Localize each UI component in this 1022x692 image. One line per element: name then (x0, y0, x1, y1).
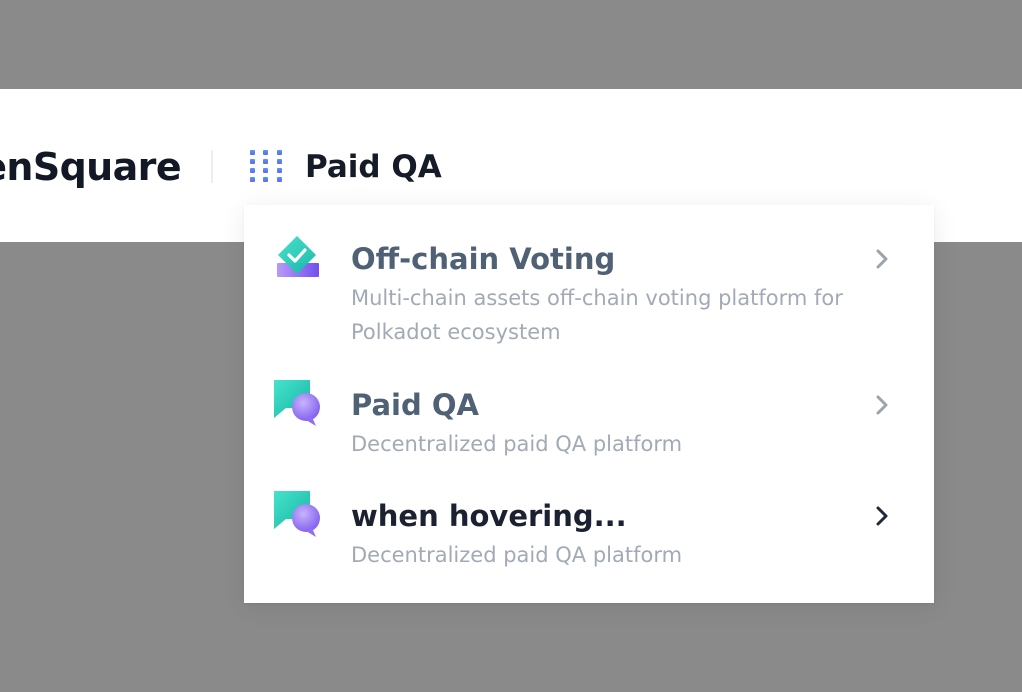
apps-grid-icon[interactable] (249, 150, 284, 183)
chevron-right-icon (872, 393, 892, 417)
menu-item-paid-qa[interactable]: Paid QA Decentralized paid QA platform (244, 365, 934, 475)
menu-item-hovered[interactable]: when hovering... Decentralized paid QA p… (244, 475, 934, 585)
chat-bubbles-icon (274, 491, 326, 543)
menu-item-title: when hovering... (351, 499, 627, 533)
chevron-right-icon (872, 247, 892, 271)
current-app-title[interactable]: Paid QA (305, 145, 442, 189)
menu-item-description: Decentralized paid QA platform (351, 432, 683, 456)
menu-item-title: Paid QA (351, 388, 479, 422)
voting-icon (274, 235, 326, 287)
apps-dropdown-menu: Off-chain Voting Multi-chain assets off-… (244, 205, 934, 603)
menu-item-title: Off-chain Voting (351, 242, 616, 276)
chevron-right-icon (872, 504, 892, 528)
menu-item-description: Multi-chain assets off-chain voting plat… (351, 286, 843, 344)
menu-item-off-chain-voting[interactable]: Off-chain Voting Multi-chain assets off-… (244, 205, 934, 365)
brand-logo[interactable]: enSquare (0, 144, 182, 190)
menu-item-description: Decentralized paid QA platform (351, 543, 683, 567)
chat-bubbles-icon (274, 380, 326, 432)
header-divider (211, 150, 213, 183)
